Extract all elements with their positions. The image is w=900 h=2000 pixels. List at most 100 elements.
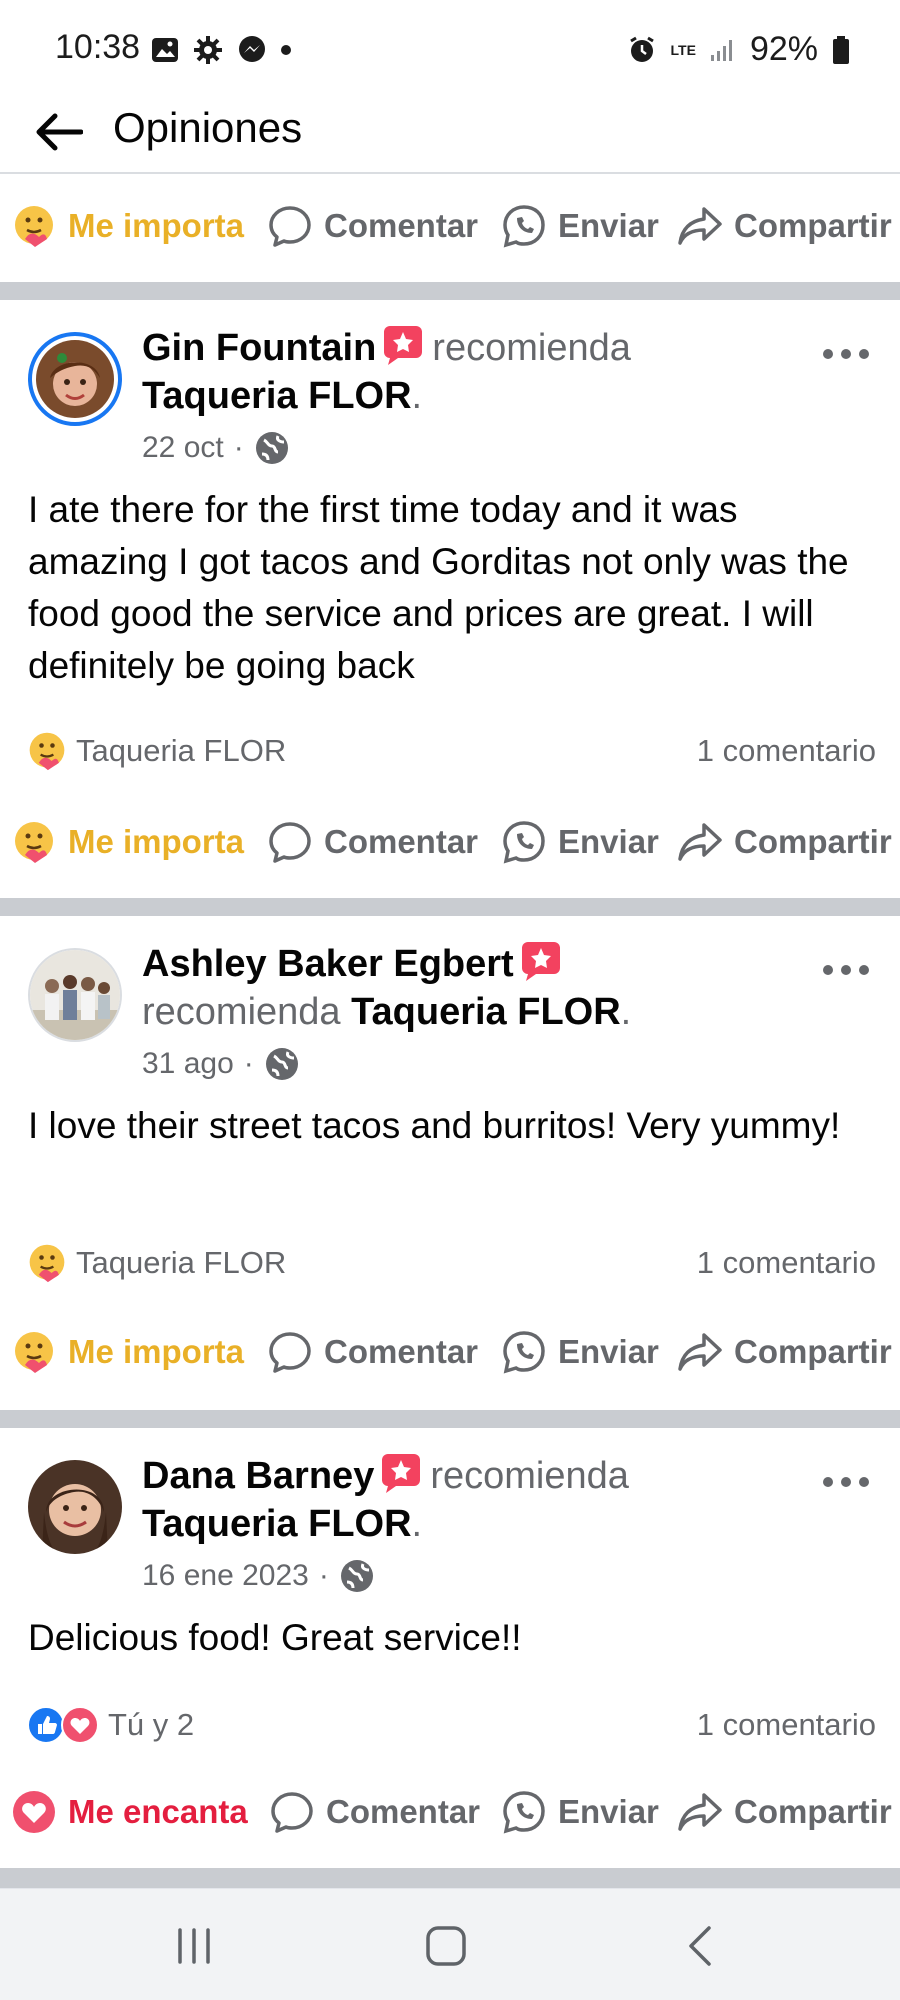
- status-icons-left: [150, 34, 292, 66]
- action-bar: Me encanta Comentar Enviar Compartir: [0, 1772, 900, 1852]
- post-date[interactable]: 16 ene 2023: [142, 1559, 309, 1593]
- review-text: I ate there for the first time today and…: [28, 489, 849, 686]
- review-text: Delicious food! Great service!!: [28, 1617, 522, 1658]
- comment-label: Comentar: [324, 1333, 479, 1370]
- comment-icon: [269, 1332, 311, 1373]
- recommends-text: recomienda: [430, 1455, 629, 1497]
- back-button[interactable]: [28, 102, 88, 162]
- avatar-photo: [28, 1460, 122, 1554]
- author-name[interactable]: Ashley Baker Egbert: [142, 943, 514, 985]
- home-icon: [426, 1926, 466, 1966]
- love-reaction-icon: [61, 1706, 99, 1744]
- post-date[interactable]: 31 ago: [142, 1047, 234, 1081]
- page-name[interactable]: Taqueria FLOR: [142, 1503, 412, 1545]
- arrow-left-icon: [36, 113, 83, 151]
- page-title: Opiniones: [113, 104, 303, 151]
- comment-button[interactable]: Comentar: [266, 802, 478, 882]
- share-label: Compartir: [734, 1333, 892, 1370]
- share-label: Compartir: [734, 1793, 892, 1830]
- post-separator: [0, 282, 900, 300]
- share-label: Compartir: [734, 823, 892, 860]
- send-label: Enviar: [558, 207, 659, 244]
- send-button[interactable]: Enviar: [500, 1312, 659, 1392]
- care-reaction-button[interactable]: Me importa: [10, 1312, 244, 1392]
- settings-icon: [194, 36, 222, 64]
- care-reaction-label: Me importa: [68, 207, 245, 244]
- share-icon: [678, 1793, 722, 1831]
- comment-button[interactable]: Comentar: [268, 1772, 480, 1852]
- more-dots-icon: [823, 965, 869, 975]
- care-reaction-label: Me importa: [68, 823, 245, 860]
- recommendation-badge-icon: [380, 1452, 422, 1494]
- post-meta: 16 ene 2023 ·: [142, 1558, 375, 1594]
- love-reaction-button[interactable]: Me encanta: [10, 1772, 248, 1852]
- comment-count[interactable]: 1 comentario: [697, 1245, 876, 1281]
- comment-count[interactable]: 1 comentario: [697, 733, 876, 769]
- globe-icon: [265, 1048, 298, 1080]
- more-options-button[interactable]: [818, 1462, 874, 1502]
- page-name[interactable]: Taqueria FLOR: [351, 991, 621, 1033]
- reactions-label: Tú y 2: [108, 1707, 195, 1742]
- system-nav-bar: [0, 1888, 900, 2000]
- author-name[interactable]: Dana Barney: [142, 1455, 374, 1497]
- review-post: Ashley Baker Egbert recomienda Taqueria F…: [0, 916, 900, 1412]
- recommendation-badge-icon: [382, 324, 424, 366]
- share-button[interactable]: Compartir: [676, 802, 892, 882]
- messenger-icon: [239, 36, 265, 62]
- globe-icon: [340, 1560, 373, 1592]
- avatar[interactable]: [28, 948, 122, 1042]
- recent-apps-button[interactable]: [154, 1911, 234, 1981]
- alarm-icon: [629, 36, 654, 62]
- author-name[interactable]: Gin Fountain: [142, 327, 376, 369]
- recent-apps-icon: [178, 1928, 210, 1964]
- comment-icon: [269, 206, 311, 247]
- whatsapp-icon: [503, 821, 545, 864]
- whatsapp-icon: [503, 1791, 545, 1834]
- lte-icon: LTE: [670, 41, 696, 58]
- comment-button[interactable]: Comentar: [266, 1312, 478, 1392]
- avatar-photo: [36, 340, 114, 418]
- comment-label: Comentar: [326, 1793, 481, 1830]
- send-button[interactable]: Enviar: [500, 1772, 659, 1852]
- comment-label: Comentar: [324, 823, 479, 860]
- recommends-text: recomienda: [432, 327, 631, 369]
- status-time: 10:38: [55, 28, 141, 66]
- more-options-button[interactable]: [818, 950, 874, 990]
- avatar-photo: [30, 950, 120, 1040]
- reaction-summary[interactable]: Taqueria FLOR 1 comentario: [26, 1238, 876, 1288]
- send-button[interactable]: Enviar: [500, 802, 659, 882]
- reactions-label: Taqueria FLOR: [76, 733, 287, 768]
- care-emoji-icon: [15, 206, 53, 247]
- avatar[interactable]: [28, 332, 122, 426]
- send-button[interactable]: Enviar: [500, 186, 659, 266]
- comment-button[interactable]: Comentar: [266, 186, 478, 266]
- comment-label: Comentar: [324, 207, 479, 244]
- review-post: Gin Fountain recomienda Taqueria FLOR. 22 …: [0, 300, 900, 898]
- action-bar: Me importa Comentar Enviar Compartir: [0, 1312, 900, 1392]
- comment-count[interactable]: 1 comentario: [697, 1707, 876, 1743]
- globe-icon: [255, 432, 288, 464]
- care-emoji-icon: [29, 732, 65, 771]
- system-back-button[interactable]: [660, 1911, 740, 1981]
- page-name[interactable]: Taqueria FLOR: [142, 375, 412, 417]
- share-icon: [678, 207, 722, 245]
- home-button[interactable]: [406, 1911, 486, 1981]
- care-reaction-button[interactable]: Me importa: [10, 802, 244, 882]
- more-options-button[interactable]: [818, 334, 874, 374]
- love-reaction-label: Me encanta: [68, 1793, 248, 1830]
- share-button[interactable]: Compartir: [676, 1772, 892, 1852]
- avatar[interactable]: [28, 1460, 122, 1554]
- share-button[interactable]: Compartir: [676, 1312, 892, 1392]
- share-button[interactable]: Compartir: [676, 186, 892, 266]
- post-date[interactable]: 22 oct: [142, 431, 224, 465]
- post-separator: [0, 1410, 900, 1428]
- care-reaction-button[interactable]: Me importa: [10, 186, 244, 266]
- share-icon: [678, 823, 722, 861]
- reaction-summary[interactable]: Taqueria FLOR 1 comentario: [26, 726, 876, 776]
- comment-icon: [269, 822, 311, 863]
- post-header: Dana Barney recomienda Taqueria FLOR.: [142, 1452, 782, 1548]
- comment-icon: [271, 1792, 313, 1833]
- review-post: Dana Barney recomienda Taqueria FLOR. 16 e…: [0, 1428, 900, 1868]
- reaction-summary[interactable]: Tú y 2 1 comentario: [26, 1700, 876, 1750]
- more-dots-icon: [823, 1477, 869, 1487]
